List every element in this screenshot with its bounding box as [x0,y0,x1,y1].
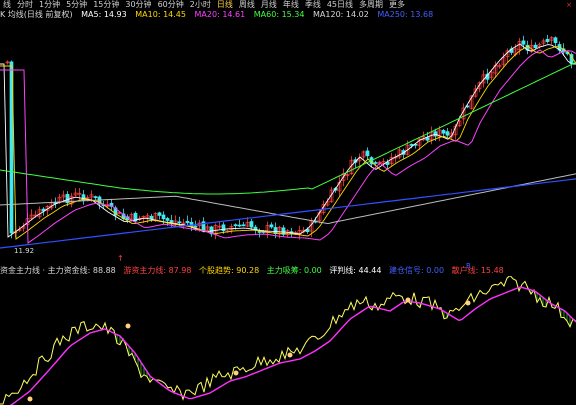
tab-2h[interactable]: 2小时 [187,0,214,10]
indicator-v6: 散户线: 15.48 [451,266,504,275]
candle-body [237,224,242,227]
legend-title: K 均线(日线 前复权) [0,10,73,19]
candle-body [185,220,190,224]
ma60-line [0,61,576,195]
indicator-title: 资金主力线 · 主力资金线: 88.88 [0,266,116,275]
indicator-markers [27,297,471,402]
candle-body [521,40,526,45]
legend-ma20: MA20: 14.61 [194,10,246,19]
candle-body [425,137,430,141]
tab-15min[interactable]: 15分钟 [90,0,122,10]
indicator-legend: 资金主力线 · 主力资金线: 88.88 游资主力线: 87.98 个股趋势: … [0,265,509,276]
candlestick-chart[interactable]: 11.92 ↑ [0,20,576,264]
indicator-v2: 个股趋势: 90.28 [199,266,260,275]
tab-5min[interactable]: 5分钟 [63,0,90,10]
close-icon[interactable]: × [566,1,572,9]
candle-body [157,212,162,216]
candle-body [441,130,446,134]
tab-yearly[interactable]: 年线 [280,0,302,10]
candle-body [365,150,370,157]
ma20-line [0,49,576,244]
tab-1min[interactable]: 1分钟 [36,0,63,10]
candle-body [545,38,550,42]
signal-dot [287,352,293,358]
legend-ma250: MA250: 13.68 [377,10,434,19]
tab-multi[interactable]: 多周期 [356,0,386,10]
candle-body [433,131,438,137]
moving-average-lines [0,43,576,249]
candle-body [161,214,166,220]
tab-more[interactable]: 更多 [386,0,408,10]
signal-dot [27,396,33,402]
tab-intraday[interactable]: 分时 [14,0,36,10]
indicator-trend-line [9,286,576,405]
candle-body [373,162,378,164]
candle-body [249,221,254,228]
candle-body [553,37,558,44]
legend-ma10: MA10: 14.45 [135,10,186,19]
indicator-main-line [0,276,576,405]
legend-ma120: MA120: 14.02 [313,10,369,19]
indicator-v4: 评判线: 44.44 [329,266,382,275]
candle-body [233,224,238,227]
tab-weekly[interactable]: 周线 [236,0,258,10]
candle-body [409,144,414,146]
candle-body [177,221,182,224]
signal-dot [465,300,471,306]
main-chart-legend: K 均线(日线 前复权) MA5: 14.93 MA10: 14.45 MA20… [0,10,439,20]
indicator-chart[interactable] [0,276,576,405]
candle-body [165,218,170,221]
tab-60min[interactable]: 60分钟 [155,0,187,10]
candle-body [93,196,98,198]
ma5-line [0,43,576,238]
candle-body [169,220,174,223]
tab-30min[interactable]: 30分钟 [122,0,154,10]
period-tab-bar: 线分时 1分钟 5分钟 15分钟 30分钟 60分钟 2小时 日线 周线 月线 年线 季线 45日线 多周… [0,0,408,10]
candle-body [269,224,274,228]
indicator-v5: 建仓信号: 0.00 [389,266,445,275]
indicator-v3: 主力吸筹: 0.00 [266,266,322,275]
tab-daily[interactable]: 日线 [214,0,236,10]
signal-dot [233,370,239,376]
candle-body [241,224,246,227]
signal-dot [125,323,131,329]
signal-dot [405,297,411,303]
buy-signal-arrow: ↑ [117,254,124,263]
tab-monthly[interactable]: 月线 [258,0,280,10]
tab-quarterly[interactable]: 季线 [302,0,324,10]
indicator-lines [0,276,576,405]
candle-body [445,131,450,136]
tab-line[interactable]: 线 [0,0,14,10]
low-price-label: 11.92 [14,247,34,255]
signal-b-marker: B [466,262,471,270]
candle-series [5,34,574,240]
indicator-v1: 游资主力线: 87.98 [123,266,192,275]
tab-45d[interactable]: 45日线 [324,0,356,10]
legend-ma60: MA60: 15.34 [253,10,305,19]
ma10-line [0,45,576,240]
legend-ma5: MA5: 14.93 [81,10,127,19]
candle-body [533,44,538,49]
candle-body [193,225,198,228]
